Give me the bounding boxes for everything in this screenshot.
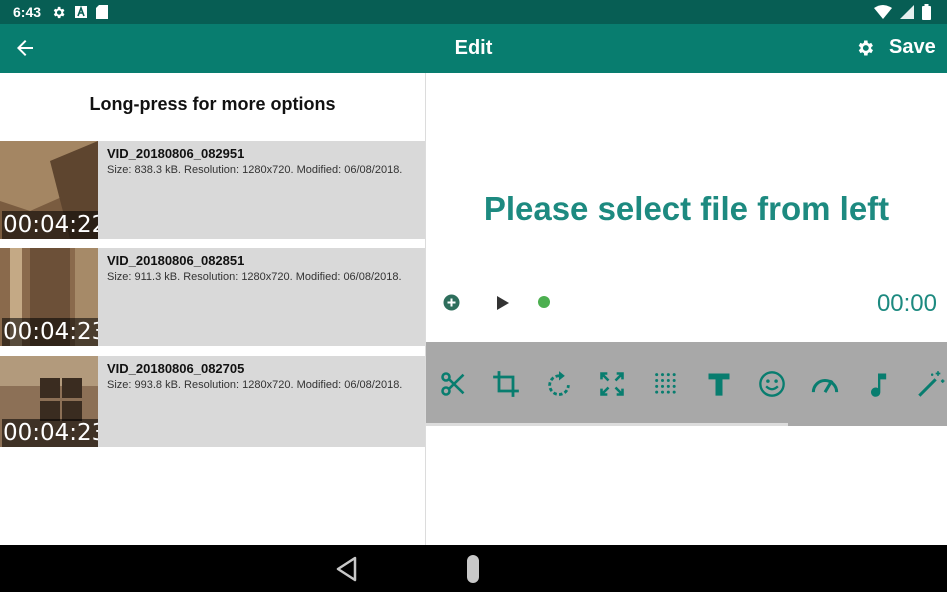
fullscreen-icon[interactable]	[598, 370, 626, 398]
video-meta: Size: 838.3 kB. Resolution: 1280x720. Mo…	[107, 164, 403, 176]
video-duration: 00:04:23	[2, 419, 98, 447]
rotate-icon[interactable]	[545, 370, 573, 398]
edit-toolbar	[426, 342, 947, 426]
status-time: 6:43	[13, 4, 42, 20]
nav-back-icon[interactable]	[335, 556, 359, 582]
video-duration: 00:04:23	[2, 318, 98, 346]
video-thumbnail: 00:04:23	[0, 248, 98, 346]
battery-icon	[922, 4, 931, 20]
file-list-pane: Long-press for more options 00:04:22 VID…	[0, 73, 425, 545]
timecode: 00:00	[876, 290, 937, 317]
video-list-item[interactable]: 00:04:23 VID_20180806_082705 Size: 993.8…	[0, 356, 425, 447]
select-file-message: Please select file from left	[483, 190, 890, 227]
video-meta: Size: 993.8 kB. Resolution: 1280x720. Mo…	[107, 379, 403, 391]
font-a-icon	[75, 5, 88, 18]
editor-pane: Please select file from left 00:00	[426, 73, 947, 545]
video-meta: Size: 911.3 kB. Resolution: 1280x720. Mo…	[107, 271, 402, 283]
emoji-icon[interactable]	[758, 370, 786, 398]
wifi-icon	[874, 5, 892, 19]
save-button[interactable]: Save	[889, 36, 936, 59]
gear-icon[interactable]	[855, 38, 875, 58]
text-icon[interactable]	[705, 370, 733, 398]
status-bar: 6:43	[0, 0, 947, 24]
record-dot-icon[interactable]	[538, 296, 550, 308]
signal-icon	[900, 5, 914, 19]
video-name: VID_20180806_082851	[107, 253, 245, 268]
app-bar: Edit Save	[0, 24, 947, 73]
toolbar-scrollbar[interactable]	[426, 423, 788, 426]
settings-icon	[53, 6, 65, 18]
video-thumbnail: 00:04:23	[0, 356, 98, 447]
video-list-item[interactable]: 00:04:22 VID_20180806_082951 Size: 838.3…	[0, 141, 425, 239]
page-title: Edit	[454, 37, 493, 59]
nav-home-pill[interactable]	[467, 555, 479, 583]
blur-dots-icon[interactable]	[652, 370, 680, 398]
music-note-icon[interactable]	[864, 370, 892, 398]
sd-card-icon	[96, 5, 109, 19]
video-name: VID_20180806_082951	[107, 146, 245, 161]
crop-icon[interactable]	[492, 370, 520, 398]
scissors-icon[interactable]	[439, 370, 467, 398]
play-icon[interactable]	[496, 295, 510, 311]
video-thumbnail: 00:04:22	[0, 141, 98, 239]
long-press-hint: Long-press for more options	[89, 94, 336, 114]
system-nav-bar	[0, 545, 947, 592]
video-name: VID_20180806_082705	[107, 361, 245, 376]
speed-icon[interactable]	[811, 370, 839, 398]
add-icon[interactable]	[443, 294, 460, 311]
video-duration: 00:04:22	[2, 211, 98, 239]
video-list-item[interactable]: 00:04:23 VID_20180806_082851 Size: 911.3…	[0, 248, 425, 346]
magic-wand-icon[interactable]	[917, 370, 945, 398]
